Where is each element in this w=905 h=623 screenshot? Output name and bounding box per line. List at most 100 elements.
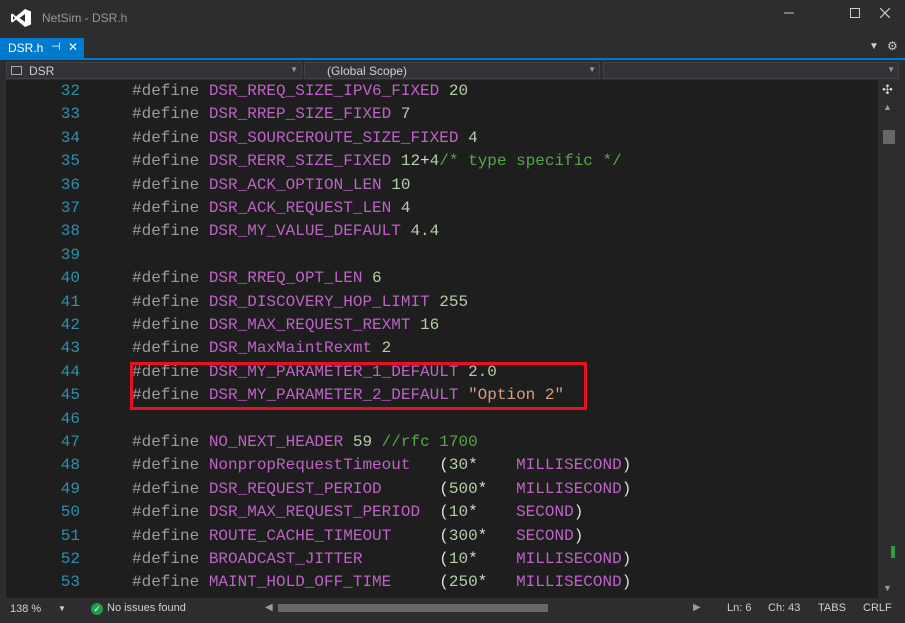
code-token: #define	[132, 152, 209, 171]
document-tab-row: DSR.h ⊣ ✕ ▼ ⚙	[0, 36, 905, 60]
code-token: DSR_MY_VALUE_DEFAULT	[208, 222, 401, 241]
code-token: *	[468, 503, 517, 522]
line-number: 36	[60, 175, 80, 194]
gear-icon[interactable]: ⚙	[887, 39, 898, 53]
code-token: #define	[132, 105, 209, 124]
line-ending[interactable]: CRLF	[863, 602, 892, 614]
scroll-up-icon[interactable]: ▲	[883, 102, 892, 112]
line-number: 44	[60, 362, 80, 381]
code-token: #define	[132, 222, 209, 241]
code-token: 30	[448, 456, 469, 475]
member-dropdown[interactable]: ▼	[603, 62, 899, 79]
code-line: 41 #define DSR_DISCOVERY_HOP_LIMIT 255	[6, 291, 878, 314]
close-icon	[879, 7, 891, 19]
code-token: #define	[132, 526, 209, 545]
code-token: ROUTE_CACHE_TIMEOUT	[208, 526, 392, 545]
tab-dsr-h[interactable]: DSR.h ⊣ ✕	[0, 38, 84, 58]
code-text: #define NO_NEXT_HEADER 59 //rfc 1700	[132, 431, 478, 454]
maximize-button[interactable]	[838, 0, 872, 28]
code-line: 49 #define DSR_REQUEST_PERIOD (500* MILLI…	[6, 478, 878, 501]
code-line: 39	[6, 244, 878, 267]
code-text: #define DSR_RREQ_SIZE_IPV6_FIXED 20	[132, 80, 468, 103]
line-number: 35	[60, 152, 80, 171]
line-number: 43	[60, 339, 80, 358]
horizontal-scrollbar[interactable]	[278, 604, 686, 612]
code-token: #define	[132, 269, 209, 288]
code-token: DSR_RREQ_SIZE_IPV6_FIXED	[208, 82, 440, 100]
vertical-scrollbar[interactable]: ✣ ▲ ▼	[878, 80, 899, 598]
scope-dropdown[interactable]: (Global Scope) ▼	[304, 62, 600, 79]
code-token: #define	[132, 433, 209, 451]
code-line: 46	[6, 408, 878, 431]
line-number: 50	[60, 503, 80, 522]
code-token: NO_NEXT_HEADER	[208, 433, 344, 451]
line-number: 52	[60, 550, 80, 568]
code-text: #define DSR_SOURCEROUTE_SIZE_FIXED 4	[132, 127, 478, 150]
code-token: SECOND	[516, 503, 574, 522]
line-number: 33	[60, 105, 80, 124]
line-number: 42	[60, 316, 80, 334]
scroll-down-icon[interactable]: ▼	[883, 583, 892, 593]
code-text: #define DSR_MY_VALUE_DEFAULT 4.4	[132, 220, 439, 243]
code-token: DSR_ACK_REQUEST_LEN	[208, 199, 392, 217]
highlight-box	[130, 362, 587, 410]
vertical-scroll-thumb[interactable]	[883, 130, 895, 144]
code-line: 42 #define DSR_MAX_REQUEST_REXMT 16	[6, 314, 878, 337]
line-number: 49	[60, 479, 80, 498]
code-token: DSR_ACK_OPTION_LEN	[208, 175, 382, 194]
code-text: #define DSR_MaxMaintRexmt 2	[132, 337, 391, 360]
split-view-icon[interactable]: ✣	[882, 82, 893, 98]
line-indicator: Ln: 6	[727, 602, 752, 614]
scroll-left-icon[interactable]: ◀	[265, 602, 273, 613]
code-token: #define	[132, 503, 209, 522]
navigation-bar: DSR ▼ (Global Scope) ▼ ▼	[0, 60, 905, 80]
line-number: 48	[60, 456, 80, 475]
status-bar: 138 % ▼ ✓ No issues found ◀ ▶ Ln: 6 Ch: …	[0, 598, 905, 623]
code-token: +	[420, 152, 430, 171]
project-dropdown[interactable]: DSR ▼	[6, 62, 302, 79]
code-token: (	[381, 479, 449, 498]
tab-close-icon[interactable]: ✕	[68, 40, 78, 54]
zoom-dropdown[interactable]: 138 % ▼	[6, 602, 70, 618]
code-token: 255	[439, 292, 469, 311]
code-token: )	[573, 503, 584, 522]
code-token: /* type specific */	[439, 152, 622, 171]
code-editor[interactable]: 32 #define DSR_RREQ_SIZE_IPV6_FIXED 20 33 #…	[6, 80, 878, 598]
code-token: SECOND	[516, 526, 574, 545]
code-token: DSR_REQUEST_PERIOD	[208, 479, 382, 498]
code-token: DSR_DISCOVERY_HOP_LIMIT	[208, 292, 430, 311]
code-token: 10	[448, 503, 469, 522]
code-token: #define	[132, 82, 209, 100]
close-window-button[interactable]	[868, 0, 902, 28]
line-number: 46	[60, 409, 80, 428]
code-text: #define DSR_REQUEST_PERIOD (500* MILLISE…	[132, 478, 631, 501]
horizontal-scroll-thumb[interactable]	[278, 604, 548, 612]
chevron-down-icon: ▼	[887, 65, 895, 74]
maximize-icon	[850, 8, 860, 18]
code-text: #define NonpropRequestTimeout (30* MILLI…	[132, 454, 631, 477]
scroll-right-icon[interactable]: ▶	[693, 602, 701, 613]
indent-mode[interactable]: TABS	[818, 602, 846, 614]
code-token: 4	[468, 128, 478, 147]
code-token: )	[621, 479, 632, 498]
line-number: 34	[60, 128, 80, 147]
code-line: 50 #define DSR_MAX_REQUEST_PERIOD (10* SE…	[6, 501, 878, 524]
pin-icon[interactable]: ⊣	[51, 40, 61, 53]
tab-dropdown-icon[interactable]: ▼	[869, 41, 879, 52]
code-token: #define	[132, 199, 209, 217]
code-text: #define MAINT_HOLD_OFF_TIME (250* MILLIS…	[132, 571, 631, 594]
line-number: 45	[60, 386, 80, 405]
line-number: 53	[60, 573, 80, 592]
minimize-button[interactable]	[772, 0, 806, 28]
code-token: MAINT_HOLD_OFF_TIME	[208, 573, 392, 592]
code-token: DSR_SOURCEROUTE_SIZE_FIXED	[208, 128, 459, 147]
issues-status[interactable]: No issues found	[107, 602, 186, 614]
code-token: #define	[132, 573, 209, 592]
code-token: )	[621, 456, 632, 475]
